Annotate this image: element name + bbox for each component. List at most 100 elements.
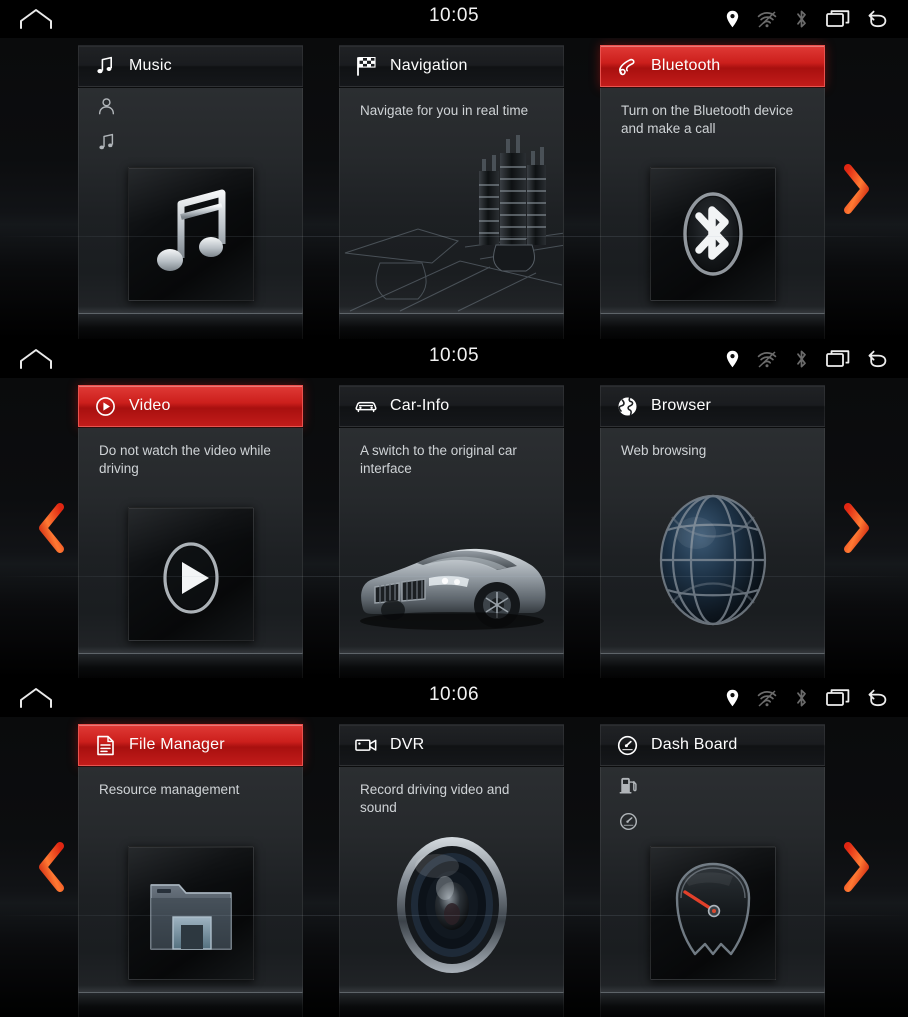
app-card-file-manager[interactable]: File Manager Resource management — [78, 724, 303, 1017]
app-card-row-3: File Manager Resource management DVR Rec… — [0, 717, 908, 1017]
phone-handset-icon — [616, 55, 638, 77]
app-card-description: A switch to the original car interface — [360, 443, 517, 476]
back-icon[interactable] — [868, 349, 892, 369]
car-front-icon — [355, 395, 377, 417]
app-card-title: Navigation — [390, 57, 468, 74]
app-card-video[interactable]: Video Do not watch the video while drivi… — [78, 385, 303, 678]
app-card-description: Turn on the Bluetooth device and make a … — [621, 103, 794, 136]
carousel-prev-arrow[interactable] — [30, 500, 74, 556]
app-card-description: Navigate for you in real time — [360, 103, 529, 118]
app-card-header[interactable]: Car-Info — [339, 385, 564, 427]
infotainment-screen-1: 10:05 Music Navigation Navigate for you … — [0, 0, 908, 339]
app-card-body: Web browsing — [600, 428, 825, 654]
status-bar: 10:05 — [0, 340, 908, 378]
card-reflection — [600, 654, 825, 678]
speedometer-art — [649, 846, 776, 980]
app-card-header[interactable]: DVR — [339, 724, 564, 766]
app-carousel-stage-2: Video Do not watch the video while drivi… — [0, 378, 908, 678]
app-card-navigation[interactable]: Navigation Navigate for you in real time — [339, 45, 564, 339]
app-carousel-stage-3: File Manager Resource management DVR Rec… — [0, 717, 908, 1017]
recents-icon[interactable] — [826, 349, 850, 369]
app-card-header[interactable]: Music — [78, 45, 303, 87]
card-reflection — [339, 314, 564, 339]
carousel-next-arrow[interactable] — [834, 839, 878, 895]
app-card-dvr[interactable]: DVR Record driving video and sound — [339, 724, 564, 1017]
app-card-body: Record driving video and sound — [339, 767, 564, 993]
video-camera-icon — [355, 734, 377, 756]
app-card-description: Record driving video and sound — [360, 782, 510, 815]
app-card-dash-board[interactable]: Dash Board — [600, 724, 825, 1017]
globe-icon — [616, 395, 638, 417]
card-reflection — [339, 993, 564, 1017]
music-note-icon — [94, 55, 116, 77]
checkered-flag-icon — [355, 55, 377, 77]
app-card-music[interactable]: Music — [78, 45, 303, 339]
card-reflection — [78, 654, 303, 678]
bluetooth-icon — [795, 9, 808, 29]
status-bar: 10:06 — [0, 679, 908, 717]
card-reflection — [339, 654, 564, 678]
app-carousel-stage-1: Music Navigation Navigate for you in rea… — [0, 38, 908, 339]
app-card-title: Dash Board — [651, 736, 738, 753]
carousel-next-arrow[interactable] — [834, 161, 878, 217]
app-card-body: Resource management — [78, 767, 303, 993]
recents-icon[interactable] — [826, 688, 850, 708]
bluetooth-icon — [795, 349, 808, 369]
camera-lens-art — [377, 830, 527, 980]
app-card-bluetooth[interactable]: Bluetooth Turn on the Bluetooth device a… — [600, 45, 825, 339]
app-card-description: Do not watch the video while driving — [99, 443, 271, 476]
app-card-title: Music — [129, 57, 172, 74]
recents-icon[interactable] — [826, 9, 850, 29]
app-card-title: Video — [129, 397, 171, 414]
document-lines-icon — [94, 734, 116, 756]
infotainment-screen-2: 10:05 Video Do not watch the video while… — [0, 340, 908, 678]
play-button-art — [127, 507, 254, 641]
sedan-car-art — [347, 517, 557, 637]
app-card-title: Browser — [651, 397, 712, 414]
app-card-title: File Manager — [129, 736, 225, 753]
app-card-header[interactable]: Dash Board — [600, 724, 825, 766]
location-icon — [726, 10, 739, 28]
app-card-row-2: Video Do not watch the video while drivi… — [0, 378, 908, 678]
card-reflection — [78, 314, 303, 339]
app-card-body: Turn on the Bluetooth device and make a … — [600, 88, 825, 314]
back-icon[interactable] — [868, 688, 892, 708]
wifi-icon — [757, 10, 777, 28]
system-icon-tray — [726, 0, 892, 38]
bluetooth-art — [649, 167, 776, 301]
app-card-body — [600, 767, 825, 993]
card-reflection — [600, 993, 825, 1017]
app-card-car-info[interactable]: Car-Info A switch to the original car in… — [339, 385, 564, 678]
app-card-header[interactable]: File Manager — [78, 724, 303, 766]
app-card-title: Bluetooth — [651, 57, 721, 74]
music-note-art — [127, 167, 254, 301]
artist-icon — [97, 97, 116, 121]
wifi-icon — [757, 689, 777, 707]
navigation-cityscape-art — [340, 133, 563, 313]
music-note-icon — [97, 133, 116, 157]
app-card-header[interactable]: Bluetooth — [600, 45, 825, 87]
app-card-header[interactable]: Navigation — [339, 45, 564, 87]
app-card-header[interactable]: Video — [78, 385, 303, 427]
app-card-browser[interactable]: Browser Web browsing — [600, 385, 825, 678]
back-icon[interactable] — [868, 9, 892, 29]
carousel-prev-arrow[interactable] — [30, 839, 74, 895]
app-card-header[interactable]: Browser — [600, 385, 825, 427]
carousel-next-arrow[interactable] — [834, 500, 878, 556]
app-card-row-1: Music Navigation Navigate for you in rea… — [0, 38, 908, 339]
app-card-body: A switch to the original car interface — [339, 428, 564, 654]
app-card-body: Navigate for you in real time — [339, 88, 564, 314]
dashboard-mini-icons — [619, 776, 638, 836]
card-reflection — [78, 993, 303, 1017]
globe-sphere-art — [638, 485, 788, 635]
status-bar: 10:05 — [0, 0, 908, 38]
folder-drive-art — [127, 846, 254, 980]
app-card-body — [78, 88, 303, 314]
location-icon — [726, 350, 739, 368]
wifi-icon — [757, 350, 777, 368]
app-card-title: Car-Info — [390, 397, 450, 414]
bluetooth-icon — [795, 688, 808, 708]
app-card-body: Do not watch the video while driving — [78, 428, 303, 654]
play-circle-icon — [94, 395, 116, 417]
app-card-title: DVR — [390, 736, 425, 753]
